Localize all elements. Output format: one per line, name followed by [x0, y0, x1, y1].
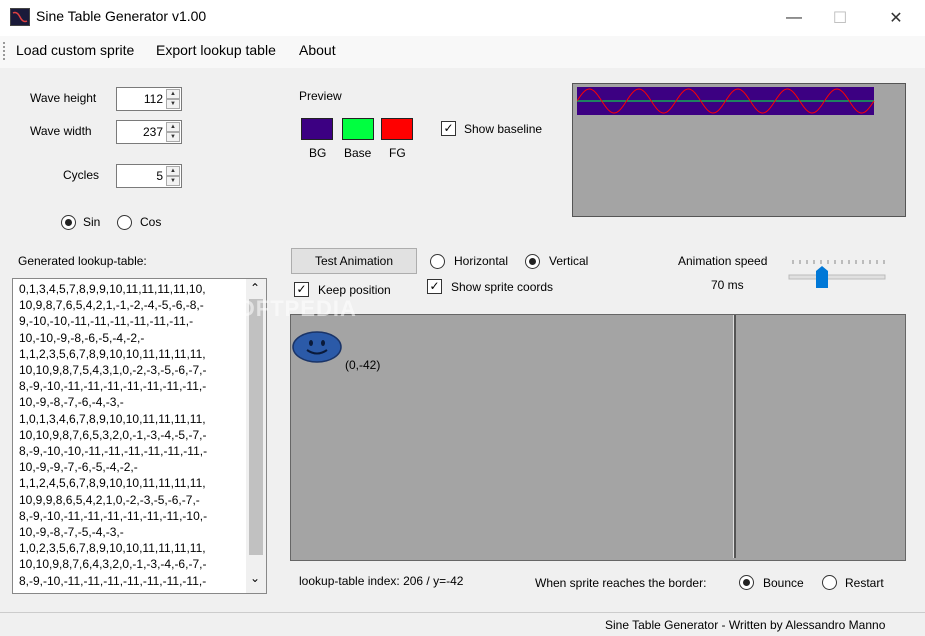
spin-down-icon[interactable]: ▼: [166, 132, 180, 142]
lookup-table-line: 10,-10,-9,-8,-6,-5,-4,-2,-: [19, 330, 145, 345]
slider-ticks: [788, 260, 886, 280]
lookup-table-line: 8,-9,-10,-11,-11,-11,-11,-11,-11,-11,-: [19, 379, 207, 394]
border-behavior-label: When sprite reaches the border:: [535, 576, 707, 590]
sprite-blob-icon: [291, 329, 343, 363]
lookup-table-line: 8,-9,-10,-11,-11,-11,-11,-11,-11,-10,-: [19, 508, 208, 523]
cycles-label: Cycles: [63, 168, 100, 182]
cycles-value: 5: [156, 169, 163, 183]
wave-height-label: Wave height: [30, 91, 97, 105]
keep-position-checkbox[interactable]: ✓: [294, 282, 309, 297]
spin-up-icon[interactable]: ▲: [166, 89, 180, 99]
menu-export-lookup-table[interactable]: Export lookup table: [156, 42, 276, 58]
border-marker: [733, 315, 736, 558]
restart-label: Restart: [845, 576, 884, 590]
scrollbar-thumb[interactable]: [249, 299, 263, 555]
slider-thumb[interactable]: [816, 266, 828, 288]
fg-color-swatch[interactable]: [381, 118, 413, 140]
lookup-table-scrollbar[interactable]: ⌃ ⌄: [246, 279, 266, 593]
base-color-swatch[interactable]: [342, 118, 374, 140]
wave-width-label: Wave width: [30, 124, 92, 138]
bg-color-swatch[interactable]: [301, 118, 333, 140]
sin-radio[interactable]: [61, 215, 76, 230]
lookup-table-line: 0,1,3,4,5,7,8,9,9,10,11,11,11,11,10,: [19, 282, 206, 296]
lookup-table-line: 10,-9,-9,-7,-6,-5,-4,-2,-: [19, 460, 138, 475]
animation-speed-slider[interactable]: [787, 256, 887, 288]
wave-height-value: 112: [143, 92, 163, 106]
minimize-button[interactable]: —: [771, 0, 817, 36]
lookup-table-line: 1,1,2,4,5,6,7,8,9,10,10,11,11,11,11,: [19, 476, 206, 491]
menu-about[interactable]: About: [299, 42, 336, 58]
lookup-table-line: 10,9,8,7,6,5,4,2,1,-1,-2,-4,-5,-6,-8,-: [19, 298, 204, 313]
status-text: Sine Table Generator - Written by Alessa…: [605, 618, 886, 632]
maximize-button[interactable]: ☐: [817, 0, 863, 36]
wave-height-spinbox[interactable]: 112 ▲ ▼: [116, 87, 182, 111]
spin-down-icon[interactable]: ▼: [166, 99, 180, 109]
lookup-table-line: 10,-9,-8,-7,-5,-4,-3,-: [19, 525, 124, 540]
horizontal-label: Horizontal: [454, 254, 509, 268]
menu-bar: [0, 36, 925, 68]
show-baseline-label: Show baseline: [464, 122, 543, 136]
close-button[interactable]: ✕: [873, 0, 919, 36]
bg-label: BG: [309, 146, 327, 160]
lookup-table-line: 1,0,1,3,4,6,7,8,9,10,10,11,11,11,11,: [19, 411, 206, 426]
bounce-label: Bounce: [763, 576, 804, 590]
lookup-table-line: 10,-9,-8,-7,-6,-4,-3,-: [19, 395, 124, 410]
app-icon: [10, 8, 30, 26]
base-label: Base: [344, 146, 372, 160]
lookup-table-line: 9,-10,-10,-11,-11,-11,-11,-11,-11,-: [19, 314, 194, 329]
spin-down-icon[interactable]: ▼: [166, 176, 180, 186]
spin-up-icon[interactable]: ▲: [166, 122, 180, 132]
show-sprite-coords-label: Show sprite coords: [451, 280, 554, 294]
window-title: Sine Table Generator v1.00: [36, 8, 207, 24]
wave-preview: [572, 83, 906, 217]
sprite-coords: (0,-42): [345, 358, 381, 372]
vertical-label: Vertical: [549, 254, 589, 268]
lookup-index-readout: lookup-table index: 206 / y=-42: [299, 574, 464, 588]
keep-position-label: Keep position: [318, 283, 391, 297]
lookup-table-line: 10,10,9,8,7,6,4,3,2,0,-1,-3,-4,-6,-7,-: [19, 557, 207, 572]
show-baseline-checkbox[interactable]: ✓: [441, 121, 456, 136]
lookup-table-line: 8,-9,-10,-10,-11,-11,-11,-11,-11,-11,-: [19, 444, 208, 459]
lookup-table-textbox[interactable]: 0,1,3,4,5,7,8,9,9,10,11,11,11,11,10, 10,9…: [12, 278, 267, 594]
sin-label: Sin: [83, 215, 101, 229]
cos-radio[interactable]: [117, 215, 132, 230]
animation-speed-label: Animation speed: [678, 254, 768, 268]
spin-up-icon[interactable]: ▲: [166, 166, 180, 176]
cos-label: Cos: [140, 215, 162, 229]
lookup-table-line: 1,1,2,3,5,6,7,8,9,10,10,11,11,11,11,: [19, 346, 206, 361]
horizontal-radio[interactable]: [430, 254, 445, 269]
lookup-table-label: Generated lookup-table:: [18, 254, 147, 268]
animation-speed-value: 70 ms: [711, 278, 744, 292]
test-animation-button[interactable]: Test Animation: [291, 248, 417, 274]
fg-label: FG: [389, 146, 406, 160]
wave-preview-strip: [577, 87, 875, 115]
restart-radio[interactable]: [822, 575, 837, 590]
animation-area: (0,-42): [290, 314, 906, 561]
menu-grip-icon: [3, 42, 5, 60]
softpedia-watermark: SOFTPEDIA: [222, 296, 357, 321]
wave-width-value: 237: [142, 125, 163, 139]
preview-label: Preview: [299, 89, 342, 103]
lookup-table-text: 0,1,3,4,5,7,8,9,9,10,11,11,11,11,10, 10,9…: [19, 281, 239, 589]
lookup-table-line: 10,10,9,8,7,6,5,3,2,0,-1,-3,-4,-5,-7,-: [19, 427, 207, 442]
bounce-radio[interactable]: [739, 575, 754, 590]
lookup-table-line: 8,-9,-10,-11,-11,-11,-11,-11,-11,-11,-: [19, 573, 207, 588]
vertical-radio[interactable]: [525, 254, 540, 269]
lookup-table-line: 10,9,9,8,6,5,4,2,1,0,-2,-3,-5,-6,-7,-: [19, 492, 200, 507]
lookup-table-line: 10,10,9,8,7,5,4,3,1,0,-2,-3,-5,-6,-7,-: [19, 363, 207, 378]
cycles-spinbox[interactable]: 5 ▲ ▼: [116, 164, 182, 188]
wave-width-spinbox[interactable]: 237 ▲ ▼: [116, 120, 182, 144]
menu-load-custom-sprite[interactable]: Load custom sprite: [16, 42, 134, 58]
lookup-table-line: 1,0,2,3,5,6,7,8,9,10,10,11,11,11,11,: [19, 541, 206, 556]
scroll-down-icon[interactable]: ⌄: [250, 571, 260, 585]
show-sprite-coords-checkbox[interactable]: ✓: [427, 279, 442, 294]
scroll-up-icon[interactable]: ⌃: [250, 281, 260, 295]
